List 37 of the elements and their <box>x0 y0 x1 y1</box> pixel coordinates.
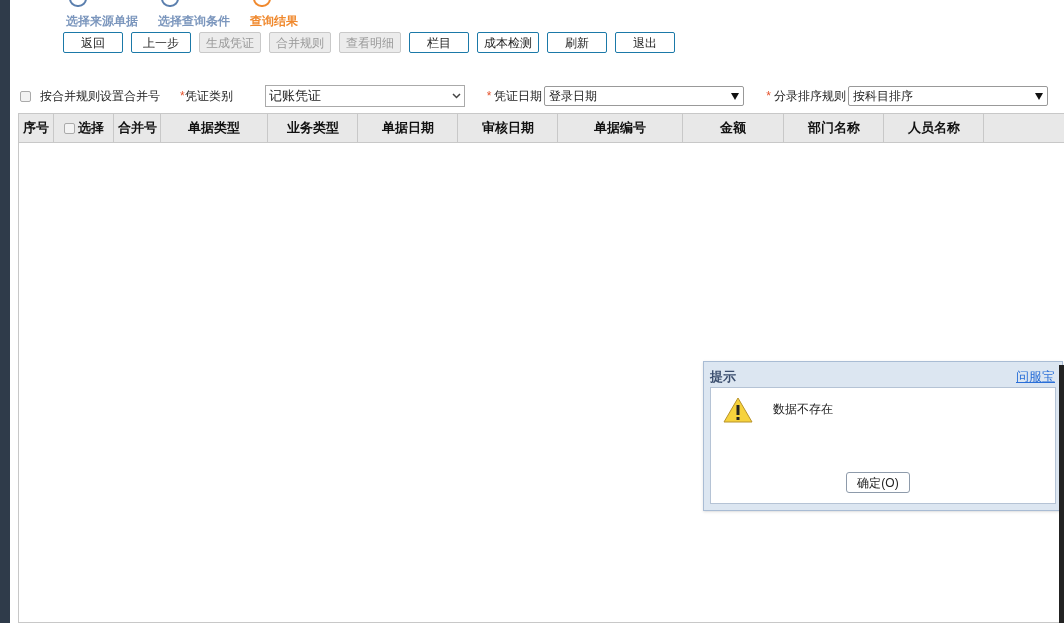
toolbar-button[interactable]: 刷新 <box>547 32 607 53</box>
field-label: 凭证类别 <box>184 88 234 105</box>
checkbox[interactable] <box>63 122 75 134</box>
column-header: 合并号 <box>114 114 161 142</box>
required-mark: * <box>486 88 492 105</box>
warning-icon <box>723 397 753 423</box>
column-header: 单据类型 <box>161 114 268 142</box>
field-label: 分录排序规则 <box>774 88 846 105</box>
dropdown[interactable]: 记账凭证 <box>264 85 465 107</box>
checkbox-label: 按合并规则设置合并号 <box>40 88 160 105</box>
column-header: 单据日期 <box>358 114 458 142</box>
required-mark: * <box>180 88 185 105</box>
toolbar-button[interactable]: 上一步 <box>131 32 191 53</box>
triangle-down-icon <box>731 92 740 100</box>
triangle-down-icon <box>1035 92 1043 100</box>
column-header: 部门名称 <box>784 114 884 142</box>
help-link[interactable]: 问服宝 <box>1016 366 1055 386</box>
toolbar-button[interactable]: 退出 <box>615 32 675 53</box>
dropdown[interactable]: 按科目排序 <box>848 86 1048 106</box>
chevron-down-icon <box>451 93 461 99</box>
checkbox[interactable] <box>20 90 31 102</box>
column-label: 选择 <box>77 119 104 138</box>
field-label: 凭证日期 <box>494 88 543 105</box>
dialog-title: 提示 <box>710 367 736 386</box>
column-header: 业务类型 <box>268 114 358 142</box>
column-header: 审核日期 <box>458 114 558 142</box>
toolbar-button[interactable]: 成本检测 <box>477 32 539 53</box>
dialog-message: 数据不存在 <box>773 401 833 418</box>
dropdown[interactable]: 登录日期 <box>544 86 745 106</box>
column-header: 单据编号 <box>558 114 683 142</box>
column-header: 人员名称 <box>884 114 984 142</box>
required-mark: * <box>766 88 771 105</box>
ok-button[interactable]: 确定(O) <box>846 472 910 493</box>
column-header: 序号 <box>19 114 54 142</box>
column-header: 金额 <box>683 114 784 142</box>
toolbar-button[interactable]: 栏目 <box>409 32 469 53</box>
toolbar-button[interactable]: 返回 <box>63 32 123 53</box>
